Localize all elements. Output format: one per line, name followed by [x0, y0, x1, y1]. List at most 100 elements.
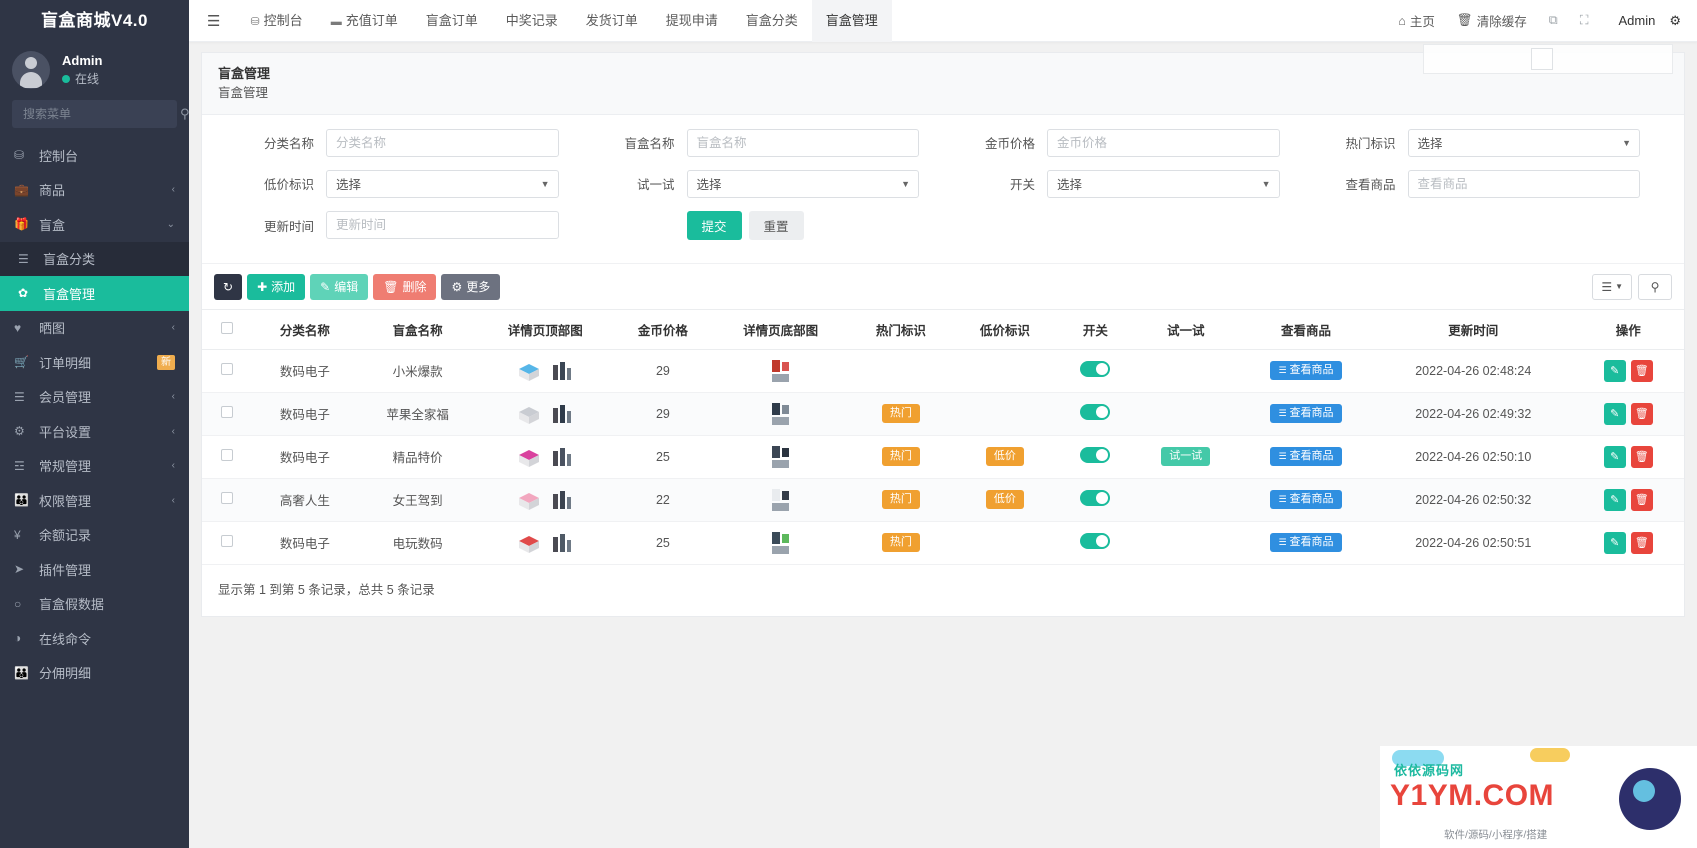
view-product-button[interactable]: ☰ 查看商品 — [1270, 489, 1342, 510]
top-tab-4[interactable]: 发货订单 — [572, 0, 652, 42]
refresh-button[interactable]: ↻ — [214, 273, 243, 300]
table-search-button[interactable]: ⚲ — [1638, 273, 1672, 300]
switch-toggle[interactable] — [1080, 490, 1111, 507]
sidebar-item-8[interactable]: ⚙ 平台设置 ‹ — [0, 414, 189, 449]
cell-switch[interactable] — [1056, 435, 1134, 479]
reset-button[interactable]: 重置 — [748, 210, 804, 240]
sidebar-item-13[interactable]: ○ 盲盒假数据 — [0, 587, 189, 622]
view-product-button[interactable]: ☰ 查看商品 — [1270, 532, 1342, 553]
coin-price-input[interactable] — [1047, 128, 1280, 157]
row-select-cell[interactable] — [202, 521, 252, 565]
switch-toggle[interactable] — [1080, 533, 1111, 550]
sidebar-item-0[interactable]: ⛁ 控制台 — [0, 138, 189, 173]
row-select-cell[interactable] — [202, 435, 252, 479]
row-checkbox[interactable] — [220, 363, 233, 376]
search-input[interactable] — [21, 106, 180, 122]
view-product-input[interactable] — [1407, 169, 1640, 198]
cell-view-product[interactable]: ☰ 查看商品 — [1237, 392, 1375, 436]
sidebar-user[interactable]: Admin 在线 — [0, 42, 189, 98]
sidebar-item-11[interactable]: ¥ 余额记录 — [0, 518, 189, 553]
cog-icon[interactable]: ⚙ — [1669, 13, 1697, 29]
table-row[interactable]: 数码电子 小米爆款 29 ☰ 查看商品 2022-04-26 02:48:24 ✎ 🗑 — [202, 349, 1684, 393]
topbar-action-0[interactable]: ⌂ 主页 — [1387, 11, 1446, 30]
cell-view-product[interactable]: ☰ 查看商品 — [1237, 435, 1375, 479]
row-checkbox[interactable] — [220, 406, 233, 419]
row-edit-button[interactable]: ✎ — [1603, 488, 1626, 511]
view-product-button[interactable]: ☰ 查看商品 — [1270, 446, 1342, 467]
top-tab-1[interactable]: ▬ 充值订单 — [317, 0, 412, 42]
hamburger-icon[interactable]: ☰ — [189, 12, 236, 30]
topbar-action-1[interactable]: 🗑 清除缓存 — [1446, 11, 1538, 30]
row-delete-button[interactable]: 🗑 — [1630, 531, 1653, 554]
row-checkbox[interactable] — [220, 535, 233, 548]
table-row[interactable]: 数码电子 苹果全家福 29 热门 ☰ 查看商品 2022-04-26 02:49:32 ✎ 🗑 — [202, 392, 1684, 436]
row-select-cell[interactable] — [202, 349, 252, 393]
cell-switch[interactable] — [1056, 478, 1134, 522]
row-delete-button[interactable]: 🗑 — [1630, 402, 1653, 425]
search-icon[interactable]: ⚲ — [180, 106, 189, 122]
row-edit-button[interactable]: ✎ — [1603, 402, 1626, 425]
row-delete-button[interactable]: 🗑 — [1630, 488, 1653, 511]
row-edit-button[interactable]: ✎ — [1603, 531, 1626, 554]
row-delete-button[interactable]: 🗑 — [1630, 359, 1653, 382]
update-time-input[interactable] — [326, 211, 559, 240]
switch-toggle[interactable] — [1080, 361, 1111, 378]
view-product-button[interactable]: ☰ 查看商品 — [1270, 360, 1342, 381]
row-select-cell[interactable] — [202, 392, 252, 436]
row-checkbox[interactable] — [220, 449, 233, 462]
cell-view-product[interactable]: ☰ 查看商品 — [1237, 349, 1375, 393]
cell-switch[interactable] — [1056, 392, 1134, 436]
row-select-cell[interactable] — [202, 478, 252, 522]
delete-button[interactable]: 🗑 删除 — [373, 273, 437, 300]
row-edit-button[interactable]: ✎ — [1603, 359, 1626, 382]
sidebar-item-14[interactable]: ◑ 在线命令 — [0, 621, 189, 656]
sidebar-item-15[interactable]: 👪 分佣明细 — [0, 656, 189, 691]
sidebar-item-2[interactable]: 🎁 盲盒 ⌄ — [0, 207, 189, 242]
search-box[interactable]: ⚲ — [12, 100, 189, 128]
switch-toggle[interactable] — [1080, 404, 1111, 421]
topbar-action-3[interactable]: ⛶ — [1569, 13, 1600, 28]
sidebar-item-3[interactable]: ☰ 盲盒分类 — [0, 241, 189, 276]
top-tab-3[interactable]: 中奖记录 — [492, 0, 572, 42]
box-name-input[interactable] — [686, 128, 919, 157]
add-button[interactable]: ✚ 添加 — [247, 273, 306, 300]
table-row[interactable]: 数码电子 精品特价 25 热门 低价 试一试 ☰ 查看商品 2022-04-26 02:50:1… — [202, 435, 1684, 479]
edit-button[interactable]: ✎ 编辑 — [310, 273, 369, 300]
submit-button[interactable]: 提交 — [686, 210, 742, 240]
cell-switch[interactable] — [1056, 521, 1134, 565]
select-all-header[interactable] — [202, 308, 252, 350]
try-select[interactable]: 选择 ▼ — [686, 169, 919, 198]
top-tab-7[interactable]: 盲盒管理 — [811, 0, 892, 42]
low-flag-select[interactable]: 选择 ▼ — [326, 169, 559, 198]
view-product-button[interactable]: ☰ 查看商品 — [1270, 403, 1342, 424]
more-button[interactable]: ⚙ 更多 — [441, 273, 501, 300]
select-all-checkbox[interactable] — [220, 321, 233, 334]
top-tab-6[interactable]: 盲盒分类 — [732, 0, 812, 42]
row-edit-button[interactable]: ✎ — [1603, 445, 1626, 468]
table-row[interactable]: 高奢人生 女王驾到 22 热门 低价 ☰ 查看商品 2022-04-26 02:50:32 ✎ 🗑 — [202, 478, 1684, 522]
switch-select[interactable]: 选择 ▼ — [1047, 169, 1280, 198]
top-tab-0[interactable]: ⛁ 控制台 — [236, 0, 316, 42]
top-tab-2[interactable]: 盲盒订单 — [412, 0, 492, 42]
row-checkbox[interactable] — [220, 492, 233, 505]
sidebar-item-1[interactable]: 💼 商品 ‹ — [0, 173, 189, 208]
columns-toggle-button[interactable]: ☰ ▼ — [1592, 273, 1632, 300]
topbar-action-2[interactable]: ⧉ — [1538, 13, 1569, 28]
cell-view-product[interactable]: ☰ 查看商品 — [1237, 521, 1375, 565]
sidebar-item-7[interactable]: ☰ 会员管理 ‹ — [0, 380, 189, 415]
cell-view-product[interactable]: ☰ 查看商品 — [1237, 478, 1375, 522]
sidebar-item-12[interactable]: ➤ 插件管理 — [0, 552, 189, 587]
topbar-user[interactable]: Admin — [1611, 13, 1669, 28]
top-tab-5[interactable]: 提现申请 — [652, 0, 732, 42]
switch-toggle[interactable] — [1080, 447, 1111, 464]
sidebar-item-10[interactable]: 👪 权限管理 ‹ — [0, 483, 189, 518]
table-row[interactable]: 数码电子 电玩数码 25 热门 ☰ 查看商品 2022-04-26 02:50:51 ✎ 🗑 — [202, 521, 1684, 565]
row-delete-button[interactable]: 🗑 — [1630, 445, 1653, 468]
sidebar-item-5[interactable]: ♥ 晒图 ‹ — [0, 311, 189, 346]
sidebar-item-4[interactable]: ✿ 盲盒管理 — [0, 276, 189, 311]
category-name-input[interactable] — [326, 128, 559, 157]
sidebar-item-6[interactable]: 🛒 订单明细 新 — [0, 345, 189, 380]
cell-switch[interactable] — [1056, 349, 1134, 393]
hot-flag-select[interactable]: 选择 ▼ — [1407, 128, 1640, 157]
sidebar-item-9[interactable]: ☲ 常规管理 ‹ — [0, 449, 189, 484]
